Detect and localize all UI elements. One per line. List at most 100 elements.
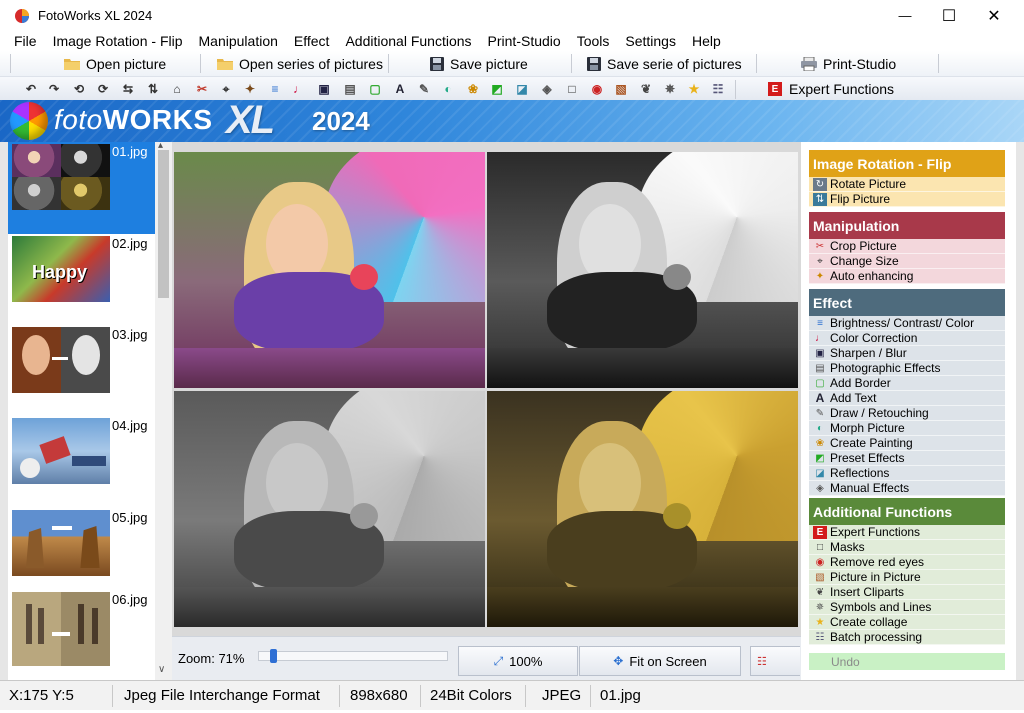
rotate-ccw-icon[interactable]: ⟲ bbox=[71, 81, 87, 97]
panel-item-label: Create Painting bbox=[830, 436, 913, 450]
maximize-button[interactable]: ☐ bbox=[926, 0, 972, 31]
panel-item-flip[interactable]: ⇅ Flip Picture bbox=[809, 192, 1005, 207]
thumbnail-item[interactable]: 01.jpg bbox=[8, 142, 163, 234]
save-series-button[interactable]: Save serie of pictures bbox=[587, 51, 742, 76]
thumbnail-item[interactable]: Happy 02.jpg bbox=[8, 234, 163, 326]
panel-header-manipulation[interactable]: Manipulation bbox=[809, 212, 1005, 239]
scrollbar-thumb[interactable] bbox=[158, 150, 169, 298]
menu-settings[interactable]: Settings bbox=[625, 33, 676, 49]
panel-item-pip[interactable]: ▧ Picture in Picture bbox=[809, 570, 1005, 585]
menu-file[interactable]: File bbox=[14, 33, 37, 49]
fit-on-screen-button[interactable]: ✥ Fit on Screen bbox=[579, 646, 741, 676]
open-picture-button[interactable]: Open picture bbox=[64, 51, 166, 76]
panel-item-batch[interactable]: ☷ Batch processing bbox=[809, 630, 1005, 645]
collage-star-icon[interactable]: ★ bbox=[686, 81, 702, 97]
panel-item-crop[interactable]: ✂ Crop Picture bbox=[809, 239, 1005, 254]
clipart-icon[interactable]: ❦ bbox=[638, 81, 654, 97]
panel-item-reflections[interactable]: ◪ Reflections bbox=[809, 466, 1005, 481]
expert-functions-button[interactable]: E Expert Functions bbox=[768, 77, 894, 101]
panel-item-label: Preset Effects bbox=[830, 451, 905, 465]
crop-icon[interactable]: ⌖ bbox=[218, 81, 234, 97]
panel-item-morph[interactable]: ◐ Morph Picture bbox=[809, 421, 1005, 436]
panel-item-collage[interactable]: ★ Create collage bbox=[809, 615, 1005, 630]
red-eye-icon[interactable]: ◉ bbox=[589, 81, 605, 97]
straighten-icon[interactable]: ⌂ bbox=[169, 81, 185, 97]
masks-icon[interactable]: □ bbox=[564, 81, 580, 97]
manual-effects-icon[interactable]: ◈ bbox=[539, 81, 555, 97]
border-icon[interactable]: ▢ bbox=[367, 81, 383, 97]
photo-effects-icon[interactable]: ▤ bbox=[342, 81, 358, 97]
sharpen-icon[interactable]: ▣ bbox=[316, 81, 332, 97]
scroll-down-icon[interactable]: ∨ bbox=[158, 664, 165, 675]
close-button[interactable]: ✕ bbox=[971, 0, 1017, 31]
color-correction-icon[interactable]: ♩ bbox=[291, 81, 307, 97]
panel-item-manual-effects[interactable]: ◈ Manual Effects bbox=[809, 481, 1005, 496]
rotate-right-icon[interactable]: ↷ bbox=[46, 81, 62, 97]
painting-icon[interactable]: ❀ bbox=[465, 81, 481, 97]
panel-item-photo-effects[interactable]: ▤ Photographic Effects bbox=[809, 361, 1005, 376]
open-series-button[interactable]: Open series of pictures bbox=[217, 51, 383, 76]
menu-image-rotation[interactable]: Image Rotation - Flip bbox=[53, 33, 183, 49]
panel-item-add-border[interactable]: ▢ Add Border bbox=[809, 376, 1005, 391]
panel-header-effect[interactable]: Effect bbox=[809, 289, 1005, 316]
panel-item-masks[interactable]: □ Masks bbox=[809, 540, 1005, 555]
panel-item-painting[interactable]: ❀ Create Painting bbox=[809, 436, 1005, 451]
panel-item-change-size[interactable]: ⌖ Change Size bbox=[809, 254, 1005, 269]
panel-item-add-text[interactable]: A Add Text bbox=[809, 391, 1005, 406]
panel-item-draw[interactable]: ✎ Draw / Retouching bbox=[809, 406, 1005, 421]
batch-icon[interactable]: ☷ bbox=[710, 81, 726, 97]
menu-manipulation[interactable]: Manipulation bbox=[199, 33, 278, 49]
panel-item-cliparts[interactable]: ❦ Insert Cliparts bbox=[809, 585, 1005, 600]
zoom-100-button[interactable]: ⤢ 100% bbox=[458, 646, 578, 676]
panel-item-color-correction[interactable]: ♩ Color Correction bbox=[809, 331, 1005, 346]
undo-button[interactable]: Undo bbox=[809, 653, 1005, 670]
rotate-cw-icon[interactable]: ⟳ bbox=[95, 81, 111, 97]
menu-effect[interactable]: Effect bbox=[294, 33, 330, 49]
panel-item-label: Brightness/ Contrast/ Color bbox=[830, 316, 975, 330]
panel-item-symbols[interactable]: ✵ Symbols and Lines bbox=[809, 600, 1005, 615]
panel-item-sharpen[interactable]: ▣ Sharpen / Blur bbox=[809, 346, 1005, 361]
menu-tools[interactable]: Tools bbox=[577, 33, 610, 49]
panel-header-rotation[interactable]: Image Rotation - Flip bbox=[809, 150, 1005, 177]
panel-item-label: Remove red eyes bbox=[830, 555, 925, 569]
minimize-button[interactable]: — bbox=[882, 0, 928, 31]
grid-view-button[interactable]: ☷ bbox=[750, 646, 800, 676]
thumbnail-item[interactable]: 04.jpg bbox=[8, 416, 163, 508]
thumbnail-item[interactable]: 03.jpg bbox=[8, 325, 163, 417]
menu-help[interactable]: Help bbox=[692, 33, 721, 49]
save-picture-button[interactable]: Save picture bbox=[430, 51, 528, 76]
panel-item-auto-enhance[interactable]: ✦ Auto enhancing bbox=[809, 269, 1005, 284]
menu-additional-functions[interactable]: Additional Functions bbox=[345, 33, 471, 49]
brightness-icon[interactable]: ≡ bbox=[267, 81, 283, 97]
toolbar-divider bbox=[388, 54, 389, 73]
scissors-icon[interactable]: ✂ bbox=[194, 81, 210, 97]
rotate-left-icon[interactable]: ↶ bbox=[23, 81, 39, 97]
flip-horizontal-icon[interactable]: ⇆ bbox=[120, 81, 136, 97]
panel-item-expert[interactable]: E Expert Functions bbox=[809, 525, 1005, 540]
reflections-icon[interactable]: ◪ bbox=[514, 81, 530, 97]
menu-print-studio[interactable]: Print-Studio bbox=[488, 33, 561, 49]
magic-wand-icon[interactable]: ✦ bbox=[242, 81, 258, 97]
zoom-slider-knob[interactable] bbox=[270, 649, 277, 663]
zoom-slider[interactable] bbox=[258, 649, 448, 663]
image-canvas[interactable] bbox=[172, 142, 801, 636]
symbols-icon[interactable]: ✵ bbox=[662, 81, 678, 97]
thumbnail-item[interactable]: 06.jpg bbox=[8, 590, 163, 682]
text-icon[interactable]: A bbox=[392, 81, 408, 97]
preset-effects-icon[interactable]: ◩ bbox=[489, 81, 505, 97]
status-divider bbox=[590, 685, 591, 707]
flip-vertical-icon[interactable]: ⇅ bbox=[145, 81, 161, 97]
print-studio-button[interactable]: Print-Studio bbox=[801, 51, 896, 76]
panel-item-preset-effects[interactable]: ◩ Preset Effects bbox=[809, 451, 1005, 466]
thumbnail-scrollbar[interactable]: ▴ ∨ bbox=[155, 140, 172, 680]
panel-item-red-eyes[interactable]: ◉ Remove red eyes bbox=[809, 555, 1005, 570]
panel-item-rotate[interactable]: ↻ Rotate Picture bbox=[809, 177, 1005, 192]
picture-in-picture-icon[interactable]: ▧ bbox=[613, 81, 629, 97]
panel-item-brightness[interactable]: ≡ Brightness/ Contrast/ Color bbox=[809, 316, 1005, 331]
zoom-actual-icon: ⤢ bbox=[493, 653, 504, 668]
thumbnail-item[interactable]: 05.jpg bbox=[8, 508, 163, 600]
panel-header-additional[interactable]: Additional Functions bbox=[809, 498, 1005, 525]
panel-item-label: Masks bbox=[830, 540, 865, 554]
morph-icon[interactable]: ◐ bbox=[440, 81, 456, 97]
draw-icon[interactable]: ✎ bbox=[416, 81, 432, 97]
